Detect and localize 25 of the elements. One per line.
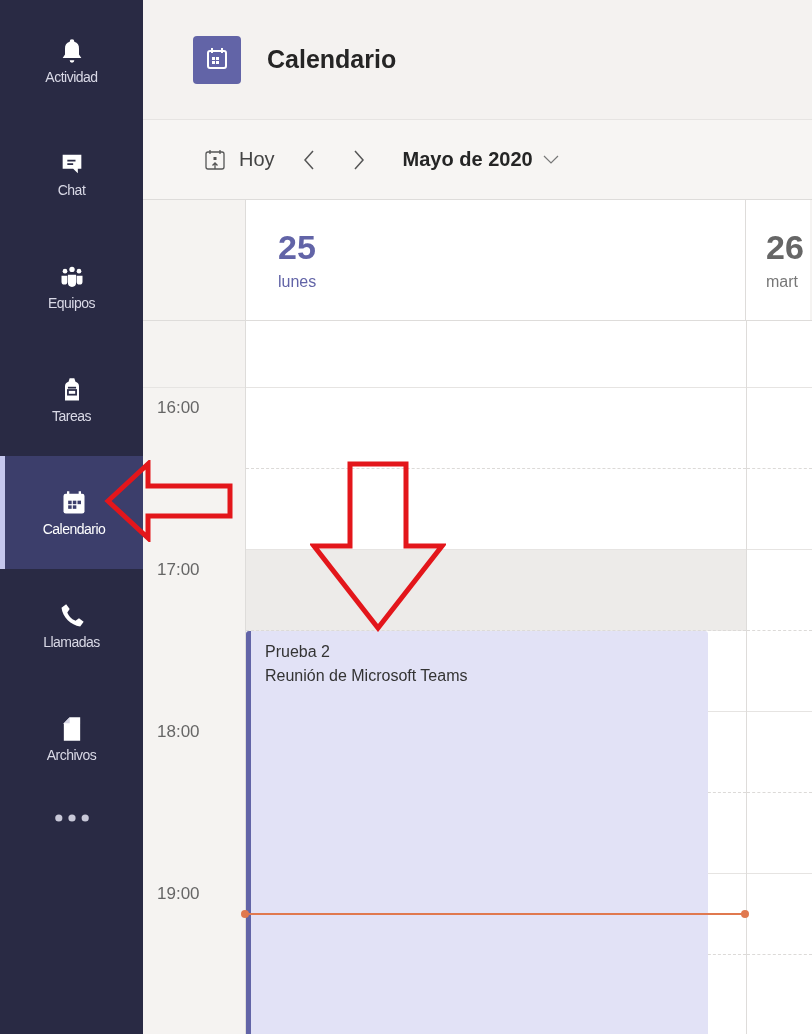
- sidebar-item[interactable]: Archivos: [0, 682, 143, 795]
- day-number: 25: [278, 228, 317, 267]
- time-label: 16:00: [157, 398, 200, 418]
- time-label: 17:00: [157, 560, 200, 580]
- sidebar-item[interactable]: Llamadas: [0, 569, 143, 682]
- calendar-event[interactable]: Prueba 2 Reunión de Microsoft Teams: [246, 631, 708, 1034]
- month-picker[interactable]: Mayo de 2020: [402, 148, 559, 171]
- calendar-icon: [193, 35, 241, 84]
- event-title: Prueba 2: [265, 643, 330, 661]
- sidebar-item[interactable]: Chat: [0, 117, 143, 230]
- more-icon[interactable]: [53, 813, 90, 823]
- time-label: 19:00: [157, 884, 200, 904]
- day-number: 26: [766, 228, 805, 267]
- caret-icon: [542, 154, 559, 165]
- sidebar-item[interactable]: Tareas: [0, 343, 143, 456]
- sidebar-item[interactable]: Actividad: [0, 4, 143, 117]
- weekday-label: lunes: [278, 273, 318, 291]
- time-label: 18:00: [157, 722, 200, 742]
- calendar-today-icon: [203, 147, 227, 172]
- event-subtitle: Reunión de Microsoft Teams: [265, 667, 468, 685]
- sidebar-item[interactable]: Calendario: [0, 456, 143, 569]
- weekday-label: mart: [766, 273, 799, 291]
- page-title: Calendario: [267, 45, 397, 74]
- today-button[interactable]: Hoy: [203, 147, 275, 172]
- sidebar-item[interactable]: Equipos: [0, 230, 143, 343]
